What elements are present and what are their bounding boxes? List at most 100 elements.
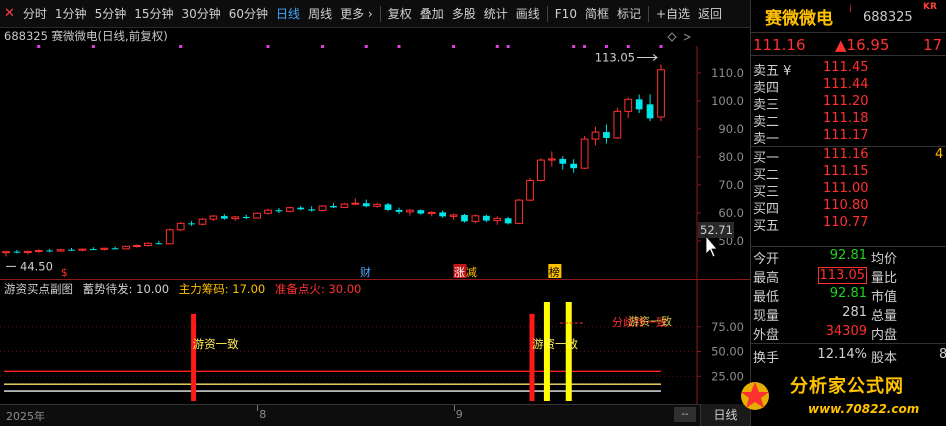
toolbar-button[interactable]: 5分钟 (91, 0, 131, 28)
candle-body (526, 180, 534, 201)
order-book-row[interactable]: 买二 111.15 (751, 164, 946, 183)
marker-label: $ (61, 266, 68, 279)
toolbar-separator (546, 5, 548, 22)
stat-label: 最高 (753, 271, 780, 286)
candle (461, 213, 468, 223)
toolbar-button[interactable]: 统计 (480, 0, 512, 28)
stock-name[interactable]: 赛微微电 (765, 4, 833, 29)
stat-row: 最低 92.81 市值 (751, 285, 946, 305)
candle-body (209, 215, 218, 220)
kr-badge: KR (923, 2, 937, 12)
order-book-row[interactable]: 买三 111.00 (751, 181, 946, 200)
time-tick (453, 405, 455, 411)
order-price: 111.17 (823, 128, 869, 143)
candle-body (264, 209, 272, 214)
marker-label: 榜 (549, 265, 560, 279)
candle-body (144, 242, 152, 246)
candle-body (362, 203, 370, 207)
candle-body (198, 218, 207, 225)
price-change: ▲16.95 (835, 36, 890, 54)
candle (285, 206, 294, 213)
watermark-logo-icon (741, 382, 769, 410)
time-label: 8 (259, 408, 267, 421)
indicator-chart[interactable]: 25.0050.0075.00游资一致 游资一致分歧转一致游资一致 (0, 280, 750, 404)
candle-body (111, 248, 119, 250)
candle-body (297, 207, 305, 210)
y-tick-label: 60.0 (718, 206, 744, 220)
toolbar-button[interactable]: 分时 (19, 0, 51, 28)
signal-dot (626, 45, 630, 48)
candle (144, 242, 152, 247)
info-icon[interactable]: i (849, 4, 852, 15)
stats-divider (751, 343, 946, 344)
stat-label: 最低 (753, 290, 780, 305)
toolbar-button[interactable]: 更多 › (336, 0, 377, 28)
toolbar-button[interactable]: 30分钟 (177, 0, 224, 28)
candle-body (2, 251, 10, 254)
signal-dot (364, 45, 368, 48)
signal-dot (266, 45, 270, 48)
toolbar-button[interactable]: +自选 (652, 0, 694, 28)
candle (340, 202, 349, 209)
order-book-row[interactable]: 买一 111.16 4 (751, 147, 946, 166)
watermark-title: 分析家公式网 (790, 376, 904, 397)
order-book-row[interactable]: 卖二 111.18 (751, 111, 946, 130)
y-tick-label: 110.0 (711, 66, 744, 80)
candle-body (406, 209, 414, 213)
toolbar-button[interactable]: 多股 (448, 0, 480, 28)
candle-body (231, 216, 240, 220)
candle-body (155, 243, 163, 245)
candle-body (635, 99, 643, 110)
toolbar-button[interactable]: 日线 (272, 0, 304, 28)
order-book-row[interactable]: 买五 110.77 (751, 215, 946, 234)
signal-dot (321, 45, 325, 48)
toolbar-button[interactable]: 复权 (384, 0, 416, 28)
event-marker: 财 (360, 265, 371, 279)
candle-body (46, 250, 54, 252)
candle-body (427, 211, 436, 215)
candle-body (613, 110, 622, 139)
toolbar-button[interactable]: 60分钟 (225, 0, 272, 28)
order-price: 111.15 (823, 164, 869, 179)
toolbar-button[interactable]: 叠加 (416, 0, 448, 28)
stat-row: 最高 113.05 量比 (751, 266, 946, 286)
toolbar-button[interactable]: 15分钟 (130, 0, 177, 28)
candle (657, 64, 665, 122)
stat-row: 现量 281 总量 (751, 304, 946, 324)
close-icon[interactable]: ✕ (0, 6, 19, 21)
toolbar-button[interactable]: 简框 (581, 0, 613, 28)
stat-label: 内盘 (871, 328, 898, 343)
toolbar-button[interactable]: 1分钟 (51, 0, 91, 28)
toolbar-button[interactable]: 周线 (304, 0, 336, 28)
event-marker: 涨 (453, 264, 467, 279)
candle (122, 245, 130, 250)
toolbar-button[interactable]: 画线 (512, 0, 544, 28)
candle (613, 107, 622, 140)
candle-body (13, 251, 21, 253)
order-book-row[interactable]: 卖五 ¥111.45 (751, 60, 946, 79)
toolbar-button[interactable]: F10 (551, 0, 581, 28)
indicator-name: 游资买点副图 (4, 282, 73, 296)
toolbar-items: 分时 1分钟 5分钟 15分钟 30分钟 60分钟 日线 周线 更多 › 复权 叠加 多股 统计 画线 F1… (19, 0, 726, 28)
order-book-row[interactable]: 卖一 111.17 (751, 128, 946, 147)
candle-body (603, 132, 610, 138)
chart-background (0, 28, 750, 280)
candle-body (133, 244, 141, 247)
stat-value: 92.81 (829, 286, 867, 301)
event-marker: 减 (466, 266, 477, 279)
toolbar-button[interactable]: 标记 (613, 0, 645, 28)
order-book-row[interactable]: 卖三 111.20 (751, 94, 946, 113)
candlestick-chart[interactable]: 50.060.070.080.090.0100.0110.0113.0544.5… (0, 28, 750, 280)
overlay-label: 游资一致 (628, 314, 672, 328)
candle-body (471, 215, 480, 222)
order-book-row[interactable]: 买四 110.80 (751, 198, 946, 217)
signal-dot (179, 45, 183, 48)
candle-body (395, 209, 403, 212)
signal-dot (506, 45, 510, 48)
order-book-row[interactable]: 卖四 111.44 (751, 77, 946, 96)
candle (515, 199, 523, 225)
toolbar-button[interactable]: 返回 (694, 0, 726, 28)
scroll-button[interactable]: -- (674, 407, 696, 422)
candle-body (188, 223, 195, 225)
candle (56, 248, 65, 252)
